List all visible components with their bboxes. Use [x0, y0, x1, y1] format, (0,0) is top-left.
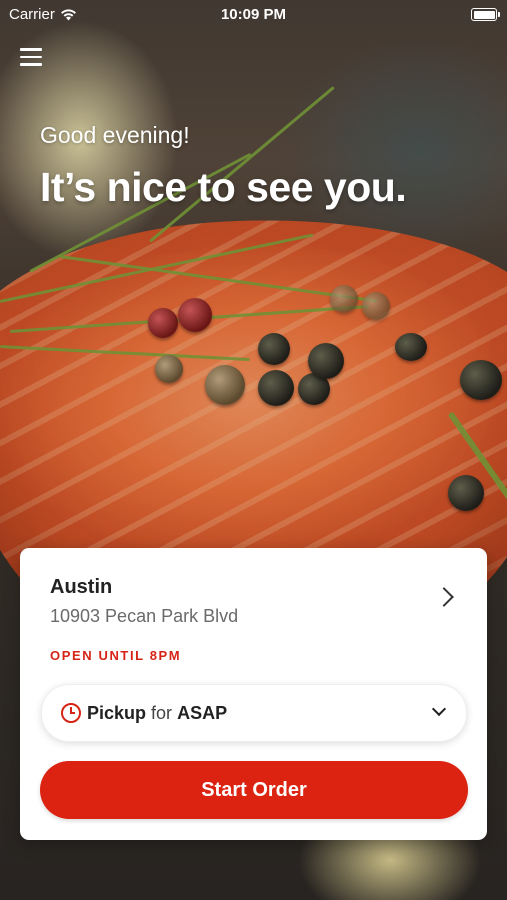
store-address[interactable]: 10903 Pecan Park Blvd: [50, 606, 238, 627]
menu-icon[interactable]: [20, 48, 42, 68]
order-type-label: Pickup for ASAP: [87, 703, 227, 724]
status-bar: Carrier 10:09 PM: [0, 0, 507, 30]
store-hours-status: OPEN UNTIL 8PM: [50, 648, 182, 663]
chevron-down-icon: [431, 701, 447, 717]
order-type-selector[interactable]: Pickup for ASAP: [41, 684, 467, 742]
battery-icon: [471, 8, 500, 21]
location-card: Austin 10903 Pecan Park Blvd OPEN UNTIL …: [20, 548, 487, 840]
greeting-text: Good evening!: [40, 122, 190, 148]
order-time: ASAP: [177, 702, 228, 723]
store-name[interactable]: Austin: [50, 576, 112, 599]
menu-bar: [20, 63, 42, 66]
menu-bar: [20, 55, 42, 58]
order-connector: for: [151, 702, 173, 723]
clock-icon: [61, 703, 81, 723]
chevron-right-icon[interactable]: [434, 587, 454, 607]
status-time: 10:09 PM: [220, 6, 287, 23]
welcome-headline: It’s nice to see you.: [40, 164, 407, 210]
menu-bar: [20, 48, 42, 51]
order-mode: Pickup: [87, 702, 147, 723]
start-order-button[interactable]: Start Order: [40, 761, 468, 819]
